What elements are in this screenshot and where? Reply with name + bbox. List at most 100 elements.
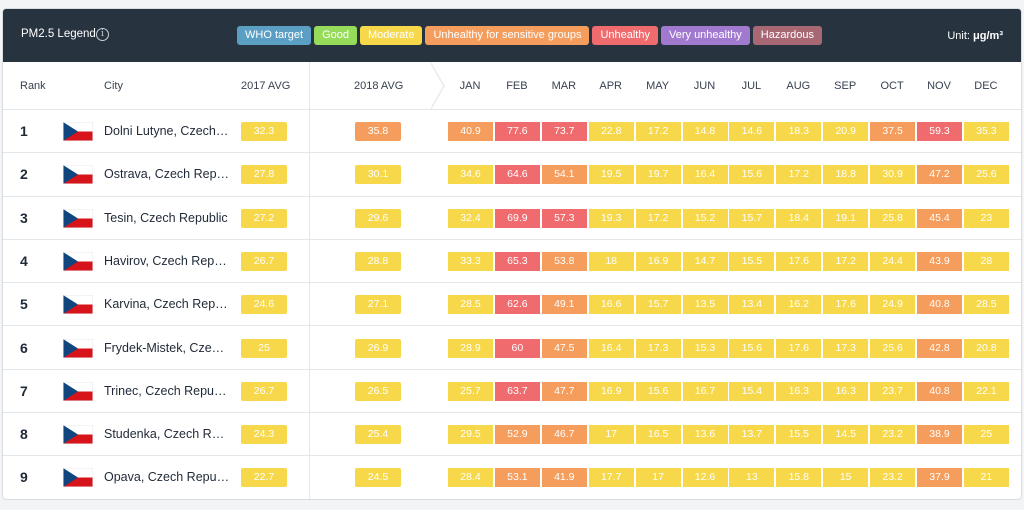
month-value-nov: 59.3 <box>917 122 962 141</box>
month-value-mar: 57.3 <box>541 208 587 228</box>
avg-2017-value: 27.8 <box>241 165 287 185</box>
city-name[interactable]: Trinec, Czech Republic <box>104 384 230 398</box>
month-value-jun: 12.6 <box>682 468 728 488</box>
header-month-nov[interactable]: NOV <box>917 80 961 92</box>
avg-2017-value: 26.7 <box>241 251 287 271</box>
city-name[interactable]: Opava, Czech Republic <box>104 470 230 484</box>
month-value-oct: 37.5 <box>870 122 916 141</box>
month-value-feb: 77.6 <box>494 122 540 141</box>
legend-chip-very-unhealthy[interactable]: Very unhealthy <box>661 26 750 45</box>
month-value-jan: 28.9 <box>448 338 493 358</box>
header-month-sep[interactable]: SEP <box>823 80 867 92</box>
month-value-may: 16.9 <box>635 251 681 271</box>
month-value-sep: 17.2 <box>823 251 869 271</box>
header-month-oct[interactable]: OCT <box>870 80 914 92</box>
rank-number: 8 <box>20 426 28 443</box>
city-name[interactable]: Karvina, Czech Republic <box>104 297 230 311</box>
header-month-aug[interactable]: AUG <box>776 80 820 92</box>
header-month-apr[interactable]: APR <box>589 80 633 92</box>
city-name[interactable]: Havirov, Czech Republic <box>104 254 230 268</box>
info-icon[interactable]: i <box>96 28 109 41</box>
legend-items: WHO target Good Moderate Unhealthy for sens… <box>237 26 822 45</box>
header-2018-avg[interactable]: 2018 AVG <box>354 80 403 92</box>
month-value-jun: 14.7 <box>682 251 728 271</box>
header-month-dec[interactable]: DEC <box>964 80 1008 92</box>
month-value-jan: 40.9 <box>448 122 493 141</box>
avg-2018-value: 35.8 <box>355 122 401 141</box>
city-name[interactable]: Studenka, Czech Republic <box>104 427 230 441</box>
month-value-aug: 15.5 <box>776 425 822 445</box>
avg-2018-value: 24.5 <box>355 468 401 488</box>
month-value-may: 17 <box>635 468 681 488</box>
month-value-nov: 37.9 <box>917 468 962 488</box>
header-city[interactable]: City <box>104 80 123 92</box>
legend-chip-hazardous[interactable]: Hazardous <box>752 26 822 45</box>
legend-chip-unhealthy-for-sensitive-groups[interactable]: Unhealthy for sensitive groups <box>425 26 590 45</box>
avg-2017-value: 27.2 <box>241 208 287 228</box>
month-value-aug: 17.6 <box>776 251 822 271</box>
header-month-mar[interactable]: MAR <box>542 80 586 92</box>
month-value-dec: 25.6 <box>963 165 1009 185</box>
month-value-aug: 16.2 <box>776 295 822 315</box>
month-value-jan: 29.5 <box>448 425 493 445</box>
table-row[interactable]: 5 Karvina, Czech Republic 24.6 27.1 28.5 62.6… <box>3 283 1021 327</box>
city-name[interactable]: Ostrava, Czech Republic <box>104 167 230 181</box>
unit-label: Unit: μg/m³ <box>947 30 1003 42</box>
month-value-jan: 34.6 <box>448 165 493 185</box>
legend-chip-who-target[interactable]: WHO target <box>237 26 312 45</box>
month-value-oct: 25.8 <box>870 208 916 228</box>
header-month-jun[interactable]: JUN <box>683 80 727 92</box>
month-value-nov: 43.9 <box>917 251 962 271</box>
header-month-jan[interactable]: JAN <box>448 80 492 92</box>
czech-flag-icon <box>63 425 93 445</box>
unit-prefix: Unit: <box>947 30 974 42</box>
avg-2018-value: 27.1 <box>355 295 401 315</box>
month-value-dec: 22.1 <box>963 381 1009 401</box>
month-value-oct: 23.7 <box>870 381 916 401</box>
city-name[interactable]: Frydek-Mistek, Czech Republic <box>104 341 230 355</box>
legend-chip-moderate[interactable]: Moderate <box>360 26 423 45</box>
legend-title: PM2.5 Legend <box>21 28 96 40</box>
table-row[interactable]: 7 Trinec, Czech Republic 26.7 26.5 25.7 63.7 4… <box>3 370 1021 414</box>
header-rank[interactable]: Rank <box>20 80 46 92</box>
city-name[interactable]: Tesin, Czech Republic <box>104 211 230 225</box>
pm25-ranking-card: PM2.5 Legend i WHO target Good Moderate Unh… <box>2 8 1022 500</box>
month-value-apr: 19.3 <box>588 208 634 228</box>
header-month-feb[interactable]: FEB <box>495 80 539 92</box>
month-value-mar: 54.1 <box>541 165 587 185</box>
legend-chip-good[interactable]: Good <box>314 26 357 45</box>
month-value-aug: 17.2 <box>776 165 822 185</box>
month-value-dec: 28 <box>963 251 1009 271</box>
avg-2018-value: 25.4 <box>355 425 401 445</box>
header-month-may[interactable]: MAY <box>636 80 680 92</box>
czech-flag-icon <box>63 165 93 185</box>
table-row[interactable]: 3 Tesin, Czech Republic 27.2 29.6 32.4 69.9 57… <box>3 197 1021 240</box>
header-month-jul[interactable]: JUL <box>729 80 773 92</box>
rank-number: 3 <box>20 209 28 226</box>
month-value-mar: 73.7 <box>541 122 587 141</box>
header-2017-avg[interactable]: 2017 AVG <box>241 80 290 92</box>
month-value-aug: 17.6 <box>776 338 822 358</box>
month-value-oct: 30.9 <box>870 165 916 185</box>
month-value-aug: 16.3 <box>776 381 822 401</box>
table-row[interactable]: 1 Dolni Lutyne, Czech Republic 32.3 35.8 40.… <box>3 110 1021 154</box>
month-value-apr: 19.5 <box>588 165 634 185</box>
month-value-feb: 63.7 <box>494 381 540 401</box>
month-value-may: 16.5 <box>635 425 681 445</box>
month-value-jul: 15.4 <box>729 381 775 401</box>
month-value-apr: 16.6 <box>588 295 634 315</box>
legend-bar: PM2.5 Legend i WHO target Good Moderate Unh… <box>3 9 1021 62</box>
month-value-sep: 20.9 <box>823 122 869 141</box>
table-row[interactable]: 6 Frydek-Mistek, Czech Republic 25 26.9 28.9… <box>3 327 1021 370</box>
table-row[interactable]: 4 Havirov, Czech Republic 26.7 28.8 33.3 65.3… <box>3 240 1021 284</box>
table-row[interactable]: 9 Opava, Czech Republic 22.7 24.5 28.4 53.1 41… <box>3 456 1021 499</box>
table-row[interactable]: 2 Ostrava, Czech Republic 27.8 30.1 34.6 64.6… <box>3 153 1021 197</box>
month-value-jan: 33.3 <box>448 251 493 271</box>
city-name[interactable]: Dolni Lutyne, Czech Republic <box>104 124 230 138</box>
table-row[interactable]: 8 Studenka, Czech Republic 24.3 25.4 29.552.… <box>3 413 1021 457</box>
rank-number: 4 <box>20 252 28 269</box>
rank-number: 1 <box>20 123 28 139</box>
month-value-oct: 24.4 <box>870 251 916 271</box>
legend-chip-unhealthy[interactable]: Unhealthy <box>592 26 658 45</box>
month-value-jan: 28.5 <box>448 295 493 315</box>
